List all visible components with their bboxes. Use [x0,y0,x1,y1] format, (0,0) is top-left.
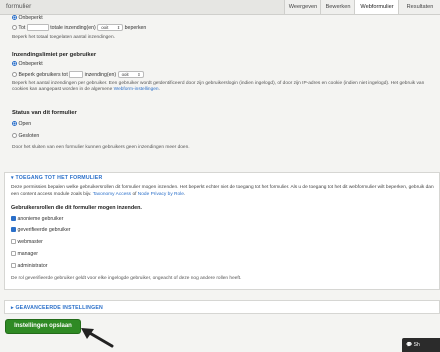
user-limit-middle: inzending(en) [84,71,117,78]
total-limit-suffix: beperken [124,24,147,31]
total-limit-prefix: Tot [18,24,26,31]
user-limit-heading: Inzendingslimiet per gebruiker [12,52,97,58]
chat-button[interactable]: 💬 Sh [402,338,440,352]
status-open-label: Open [18,121,32,127]
user-unlimited-label: Onbeperkt [18,61,43,67]
total-unlimited-label: Onbeperkt [18,15,43,21]
role-item[interactable]: webmaster [11,239,43,245]
role-item[interactable]: anonieme gebruiker [11,216,63,222]
role-label: manager [17,251,38,257]
role-item[interactable]: administrator [11,263,47,269]
tab-resultaten[interactable]: Resultaten [398,0,440,14]
role-label: geverifieerde gebruiker [17,227,71,233]
user-limit-period-select[interactable]: ooit ⇕ [117,71,144,78]
user-unlimited-radio[interactable] [12,61,17,67]
total-limit-option[interactable]: Tot totale inzending(en) ooit ⇕ beperken [12,24,146,31]
user-limit-prefix: Beperk gebruikers tot [18,71,68,78]
node-privacy-link[interactable]: Node Privacy by Role [138,192,184,197]
access-legend[interactable]: ▾ TOEGANG TOT HET FORMULIER [11,175,102,181]
role-label: webmaster [17,239,43,245]
total-unlimited-option[interactable]: Onbeperkt [12,15,43,21]
user-limit-period-value: ooit [121,72,129,77]
roles-heading: Gebruikersrollen die dit formulier mogen… [11,205,142,211]
status-open-option[interactable]: Open [12,121,31,127]
status-description: Door het sluiten van een formulier kunne… [12,145,190,150]
total-limit-period-value: ooit [101,25,109,30]
user-limit-description: Beperk het aantal inzendingen per gebrui… [12,81,438,93]
tab-webformulier[interactable]: Webformulier [354,0,399,14]
access-description: Deze permissies bepalen welke gebruikers… [11,184,440,198]
role-checkbox[interactable] [11,216,16,222]
total-limit-input[interactable] [26,24,49,31]
status-closed-radio[interactable] [12,133,17,139]
tab-weergeven[interactable]: Weergeven [284,0,321,14]
status-heading: Status van dit formulier [12,110,77,116]
access-description-of: of [132,192,137,197]
total-limit-period-select[interactable]: ooit ⇕ [97,24,124,31]
chevron-updown-icon: ⇕ [116,25,121,30]
advanced-legend[interactable]: ▸ GEAVANCEERDE INSTELLINGEN [11,305,103,311]
total-unlimited-radio[interactable] [12,15,17,21]
user-limit-option[interactable]: Beperk gebruikers tot inzending(en) ooit… [12,71,144,78]
status-closed-option[interactable]: Gesloten [12,133,39,139]
user-limit-radio[interactable] [12,72,17,77]
page-title: formulier [6,3,32,10]
chat-button-label: Sh [413,342,420,348]
save-settings-button[interactable]: Instellingen opslaan [6,320,80,333]
top-bar: formulier Weergeven Bewerken Webformulie… [0,0,440,15]
user-limit-description-text: Beperk het aantal inzendingen per gebrui… [12,81,425,92]
status-open-radio[interactable] [12,121,17,127]
role-item[interactable]: manager [11,251,38,257]
advanced-fieldset: ▸ GEAVANCEERDE INSTELLINGEN [4,300,440,314]
user-limit-input[interactable] [69,71,84,78]
total-limit-description: Beperk het totaal toegelaten aantal inze… [12,35,115,40]
role-item[interactable]: geverifieerde gebruiker [11,227,71,233]
total-limit-radio[interactable] [12,25,17,30]
chat-icon: 💬 [406,342,413,348]
role-checkbox[interactable] [11,239,16,245]
total-limit-middle: totale inzending(en) [50,24,96,31]
role-label: administrator [17,263,48,269]
roles-note: De rol geverifieerde gebruiker geldt voo… [11,276,242,281]
access-description-text: Deze permissies bepalen welke gebruikers… [11,185,434,197]
status-closed-label: Gesloten [18,133,40,139]
webform-settings-link[interactable]: Webform-instellingen [114,87,159,92]
tab-bewerken[interactable]: Bewerken [320,0,355,14]
access-fieldset: ▾ TOEGANG TOT HET FORMULIER Deze permiss… [4,172,440,290]
role-checkbox[interactable] [11,263,16,269]
pointer-arrow-icon [81,328,114,348]
access-description-end: . [183,192,186,197]
taxonomy-access-link[interactable]: Taxonomy Access [93,192,131,197]
user-limit-description-end: . [158,87,160,92]
role-checkbox[interactable] [11,251,16,257]
user-unlimited-option[interactable]: Onbeperkt [12,61,43,67]
chevron-updown-icon: ⇕ [137,72,141,77]
role-label: anonieme gebruiker [17,216,64,222]
role-checkbox[interactable] [11,227,16,233]
